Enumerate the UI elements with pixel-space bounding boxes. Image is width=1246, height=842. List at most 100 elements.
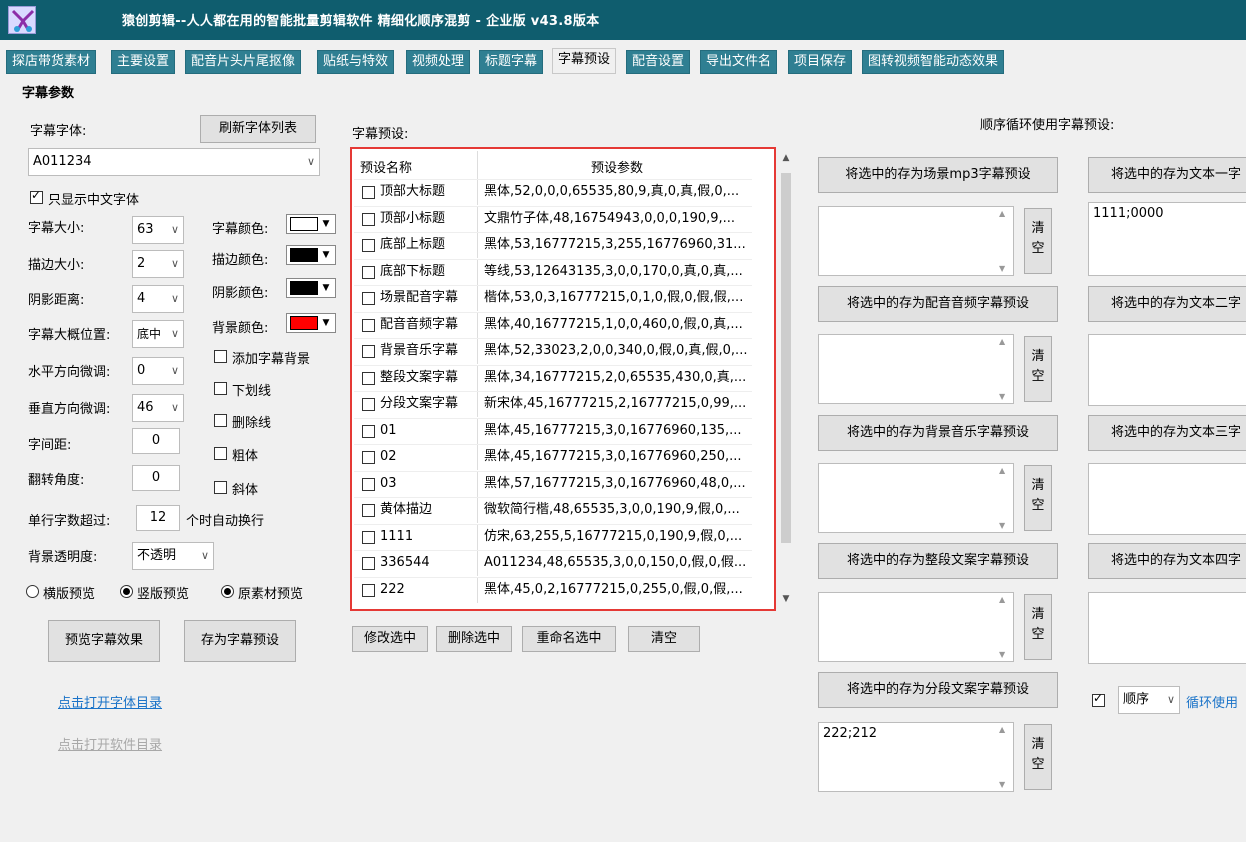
- clear-bgm-button[interactable]: 清空: [1024, 465, 1052, 531]
- text1-preset-box[interactable]: 1111;0000: [1088, 202, 1246, 276]
- open-font-dir-link[interactable]: 点击打开字体目录: [58, 692, 162, 711]
- row-checkbox[interactable]: [362, 557, 375, 570]
- scroll-up-icon[interactable]: ▲: [778, 153, 794, 167]
- text-color-picker[interactable]: ▼: [286, 214, 336, 234]
- row-checkbox[interactable]: [362, 265, 375, 279]
- segment-preset-box[interactable]: 222;212 ▲ ▼: [818, 722, 1014, 792]
- opacity-select[interactable]: 不透明 ∨: [132, 542, 214, 570]
- save-text4-preset-button[interactable]: 将选中的存为文本四字: [1088, 543, 1246, 579]
- row-checkbox[interactable]: [362, 451, 375, 464]
- text4-preset-box[interactable]: [1088, 592, 1246, 664]
- add-bg-checkbox[interactable]: [214, 350, 227, 363]
- table-row[interactable]: 顶部小标题 文鼎竹子体,48,16754943,0,0,0,190,9,...: [354, 205, 752, 232]
- table-row[interactable]: 整段文案字幕 黑体,34,16777215,2,0,65535,430,0,真,.…: [354, 364, 752, 391]
- row-checkbox[interactable]: [362, 477, 375, 491]
- only-chinese-font-checkbox[interactable]: [30, 188, 43, 204]
- scroll-down-icon[interactable]: ▼: [999, 521, 1005, 530]
- scroll-down-icon[interactable]: ▼: [999, 264, 1005, 273]
- scrollbar[interactable]: ▲ ▼: [999, 466, 1011, 530]
- source-preview-radio[interactable]: [221, 585, 234, 598]
- tab-subtitle-presets[interactable]: 字幕预设: [552, 48, 617, 74]
- table-row[interactable]: 场景配音字幕 楷体,53,0,3,16777215,0,1,0,假,0,假,假,.…: [354, 285, 752, 311]
- table-row[interactable]: 配音音频字幕 黑体,40,16777215,1,0,0,460,0,假,0,真,.…: [354, 311, 752, 338]
- table-row[interactable]: 336544 A011234,48,65535,3,0,0,150,0,假,0,假…: [354, 550, 752, 576]
- scroll-down-icon[interactable]: ▼: [999, 780, 1005, 789]
- save-full-text-preset-button[interactable]: 将选中的存为整段文案字幕预设: [818, 543, 1058, 579]
- scroll-thumb[interactable]: [781, 173, 791, 543]
- rotate-input[interactable]: 0: [132, 465, 180, 491]
- scrollbar[interactable]: ▲ ▼: [999, 595, 1011, 659]
- scroll-up-icon[interactable]: ▲: [999, 595, 1005, 604]
- save-bgm-preset-button[interactable]: 将选中的存为背景音乐字幕预设: [818, 415, 1058, 451]
- dub-preset-box[interactable]: ▲ ▼: [818, 334, 1014, 404]
- save-text2-preset-button[interactable]: 将选中的存为文本二字: [1088, 286, 1246, 322]
- row-checkbox[interactable]: [362, 504, 375, 517]
- row-checkbox[interactable]: [362, 424, 375, 438]
- refresh-font-list-button[interactable]: 刷新字体列表: [200, 115, 316, 143]
- tab-store-material[interactable]: 探店带货素材: [6, 50, 97, 74]
- strikethrough-checkbox[interactable]: [214, 414, 227, 427]
- row-checkbox[interactable]: [362, 530, 375, 544]
- scroll-up-icon[interactable]: ▲: [999, 725, 1005, 734]
- tab-stickers-effects[interactable]: 贴纸与特效: [317, 50, 395, 74]
- row-checkbox[interactable]: [362, 345, 375, 358]
- row-checkbox[interactable]: [362, 212, 375, 226]
- modify-selected-button[interactable]: 修改选中: [352, 626, 428, 652]
- scrollbar[interactable]: ▲ ▼: [999, 725, 1011, 789]
- scene-mp3-preset-box[interactable]: ▲ ▼: [818, 206, 1014, 276]
- v-adjust-select[interactable]: 46 ∨: [132, 394, 184, 422]
- scroll-up-icon[interactable]: ▲: [999, 209, 1005, 218]
- save-dub-preset-button[interactable]: 将选中的存为配音音频字幕预设: [818, 286, 1058, 322]
- clear-full-text-button[interactable]: 清空: [1024, 594, 1052, 660]
- shadow-color-picker[interactable]: ▼: [286, 278, 336, 298]
- table-row[interactable]: 222 黑体,45,0,2,16777215,0,255,0,假,0,假,...: [354, 576, 752, 603]
- tab-dub-intro-outro[interactable]: 配音片头片尾抠像: [185, 50, 302, 74]
- table-row[interactable]: 03 黑体,57,16777215,3,0,16776960,48,0,...: [354, 470, 752, 497]
- text2-preset-box[interactable]: [1088, 334, 1246, 406]
- stroke-color-picker[interactable]: ▼: [286, 245, 336, 265]
- preset-table-scrollbar[interactable]: ▲ ▼: [778, 153, 794, 608]
- table-row[interactable]: 分段文案字幕 新宋体,45,16777215,2,16777215,0,99,..…: [354, 391, 752, 417]
- cycle-use-link[interactable]: 循环使用: [1186, 692, 1238, 711]
- tab-image-to-video[interactable]: 图转视频智能动态效果: [862, 50, 1005, 74]
- landscape-preview-radio[interactable]: [26, 585, 39, 598]
- tab-main-settings[interactable]: 主要设置: [111, 50, 176, 74]
- tab-export-filename[interactable]: 导出文件名: [700, 50, 778, 74]
- wrap-input[interactable]: 12: [136, 505, 180, 531]
- row-checkbox[interactable]: [362, 292, 375, 305]
- clear-segment-button[interactable]: 清空: [1024, 724, 1052, 790]
- scroll-down-icon[interactable]: ▼: [999, 392, 1005, 401]
- table-row[interactable]: 底部上标题 黑体,53,16777215,3,255,16776960,31...: [354, 232, 752, 258]
- shadow-distance-select[interactable]: 4 ∨: [132, 285, 184, 313]
- save-text3-preset-button[interactable]: 将选中的存为文本三字: [1088, 415, 1246, 451]
- bold-checkbox[interactable]: [214, 447, 227, 460]
- table-row[interactable]: 黄体描边 微软简行楷,48,65535,3,0,0,190,9,假,0,...: [354, 497, 752, 523]
- table-row[interactable]: 02 黑体,45,16777215,3,0,16776960,250,...: [354, 444, 752, 470]
- preview-subtitle-button[interactable]: 预览字幕效果: [48, 620, 160, 662]
- scroll-up-icon[interactable]: ▲: [999, 337, 1005, 346]
- scrollbar[interactable]: ▲ ▼: [999, 337, 1011, 401]
- tab-title-subtitle[interactable]: 标题字幕: [479, 50, 544, 74]
- row-checkbox[interactable]: [362, 371, 375, 385]
- italic-checkbox[interactable]: [214, 481, 227, 494]
- tab-project-save[interactable]: 项目保存: [788, 50, 853, 74]
- tab-video-processing[interactable]: 视频处理: [406, 50, 471, 74]
- row-checkbox[interactable]: [362, 239, 375, 252]
- delete-selected-button[interactable]: 删除选中: [436, 626, 512, 652]
- save-segment-preset-button[interactable]: 将选中的存为分段文案字幕预设: [818, 672, 1058, 708]
- spacing-input[interactable]: 0: [132, 428, 180, 454]
- scroll-down-icon[interactable]: ▼: [778, 594, 794, 608]
- row-checkbox[interactable]: [362, 398, 375, 411]
- h-adjust-select[interactable]: 0 ∨: [132, 357, 184, 385]
- save-text1-preset-button[interactable]: 将选中的存为文本一字: [1088, 157, 1246, 193]
- table-row[interactable]: 底部下标题 等线,53,12643135,3,0,0,170,0,真,0,真,..…: [354, 258, 752, 285]
- text3-preset-box[interactable]: [1088, 463, 1246, 535]
- save-scene-mp3-preset-button[interactable]: 将选中的存为场景mp3字幕预设: [818, 157, 1058, 193]
- row-checkbox[interactable]: [362, 186, 375, 199]
- rename-selected-button[interactable]: 重命名选中: [522, 626, 616, 652]
- save-subtitle-preset-button[interactable]: 存为字幕预设: [184, 620, 296, 662]
- row-checkbox[interactable]: [362, 583, 375, 597]
- table-row[interactable]: 顶部大标题 黑体,52,0,0,0,65535,80,9,真,0,真,假,0,..…: [354, 179, 752, 205]
- portrait-preview-radio[interactable]: [120, 585, 133, 598]
- cycle-enable-checkbox[interactable]: [1092, 691, 1105, 707]
